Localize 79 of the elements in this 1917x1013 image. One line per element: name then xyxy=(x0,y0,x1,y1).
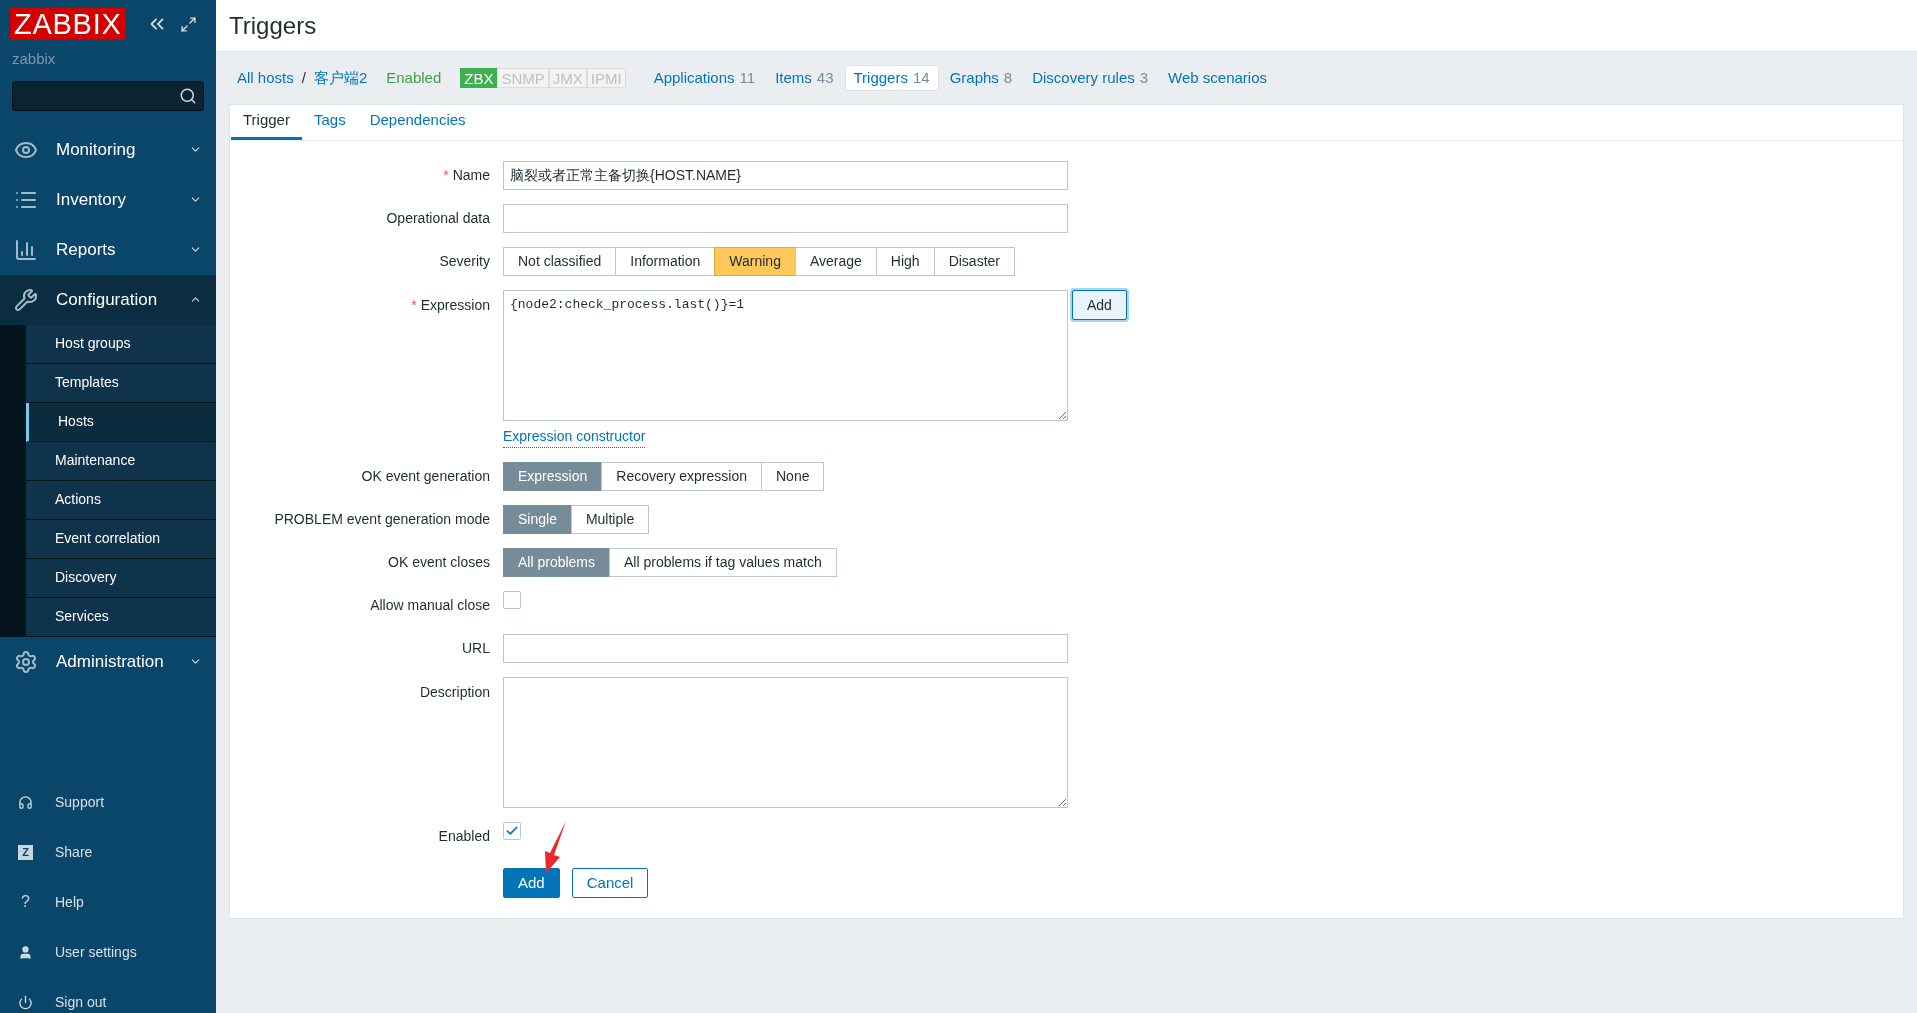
user-icon xyxy=(18,944,33,960)
headset-icon xyxy=(18,794,33,810)
expression-constructor-link[interactable]: Expression constructor xyxy=(503,426,646,448)
host-nav-link[interactable]: Triggers 14 xyxy=(844,65,939,91)
wrench-icon xyxy=(14,287,38,312)
bar-chart-icon xyxy=(14,237,38,262)
form-tab[interactable]: Trigger xyxy=(231,104,302,140)
cancel-button[interactable]: Cancel xyxy=(571,868,649,898)
power-icon xyxy=(18,994,33,1010)
breadcrumb-link[interactable]: 客户端2 xyxy=(313,66,368,90)
host-status: Enabled xyxy=(386,67,442,88)
help-icon: ? xyxy=(18,890,33,914)
field-label: URL xyxy=(462,639,490,658)
field-label: Enabled xyxy=(438,827,490,846)
text-field[interactable]: 脑裂或者正常主备切换{HOST.NAME} xyxy=(503,161,1068,190)
host-nav-link[interactable]: Applications 11 xyxy=(644,65,765,91)
field-label: Description xyxy=(419,683,490,702)
segment-option[interactable]: High xyxy=(875,247,935,276)
segment-option[interactable]: Average xyxy=(794,247,877,276)
segment-option[interactable]: Disaster xyxy=(933,247,1015,276)
checkbox[interactable] xyxy=(503,822,521,840)
username: zabbix xyxy=(11,49,57,69)
segment-option[interactable]: Not classified xyxy=(503,247,617,276)
host-nav-link[interactable]: Items 43 xyxy=(766,65,843,91)
menu-item[interactable]: Monitoring xyxy=(0,124,216,175)
field-label: Severity xyxy=(439,252,490,271)
text-field[interactable] xyxy=(503,634,1068,663)
footer-link[interactable]: Support xyxy=(0,777,216,827)
segment-option[interactable]: Information xyxy=(615,247,716,276)
submenu-item[interactable]: Host groups xyxy=(26,324,216,364)
segment-option[interactable]: Warning xyxy=(714,247,796,276)
search-icon[interactable] xyxy=(179,86,197,105)
share-icon: Z xyxy=(18,844,33,860)
footer-link[interactable]: Z Share xyxy=(0,827,216,877)
submenu-item[interactable]: Services xyxy=(26,597,216,637)
breadcrumb-link[interactable]: All hosts xyxy=(237,66,294,90)
submenu-item[interactable]: Discovery xyxy=(26,558,216,598)
host-nav-link[interactable]: Web scenarios xyxy=(1159,65,1276,91)
zabbix-logo: ZABBIX xyxy=(10,8,126,40)
segment-option[interactable]: All problems if tag values match xyxy=(609,548,837,577)
submenu-item[interactable]: Templates xyxy=(26,363,216,403)
field-label: OK event closes xyxy=(388,553,490,572)
submenu-item[interactable]: Actions xyxy=(26,480,216,520)
text-field[interactable] xyxy=(503,204,1068,233)
breadcrumb-separator: / xyxy=(301,67,306,88)
menu-item[interactable]: Configuration xyxy=(0,274,216,325)
form-tab[interactable]: Dependencies xyxy=(357,104,478,140)
field-label: Operational data xyxy=(386,209,490,228)
segment-option[interactable]: Recovery expression xyxy=(601,462,762,491)
field-label: * Name xyxy=(443,166,490,185)
form-tab[interactable]: Tags xyxy=(301,104,358,140)
menu-item[interactable]: Administration xyxy=(0,636,216,687)
check-icon xyxy=(505,824,519,838)
menu-item[interactable]: Inventory xyxy=(0,174,216,225)
host-nav-link[interactable]: Graphs 8 xyxy=(940,65,1022,91)
expression-field[interactable]: {node2:check_process.last()}=1 xyxy=(503,290,1068,421)
field-label: Allow manual close xyxy=(370,596,490,615)
fullscreen-icon[interactable] xyxy=(179,15,197,33)
page-title: Triggers xyxy=(229,10,317,41)
menu-item[interactable]: Reports xyxy=(0,224,216,275)
field-label: PROBLEM event generation mode xyxy=(274,510,490,529)
segment-option[interactable]: Multiple xyxy=(570,505,650,534)
search-field[interactable] xyxy=(12,80,204,111)
footer-link[interactable]: Sign out xyxy=(0,977,216,1013)
host-nav-link[interactable]: Discovery rules 3 xyxy=(1023,65,1158,91)
submenu-item[interactable]: Maintenance xyxy=(26,441,216,481)
checkbox[interactable] xyxy=(503,591,521,609)
footer-link[interactable]: ? Help xyxy=(0,877,216,927)
footer-link[interactable]: User settings xyxy=(0,927,216,977)
add-expression-button[interactable]: Add xyxy=(1072,290,1127,320)
segment-option[interactable]: None xyxy=(761,462,825,491)
gear-icon xyxy=(14,649,38,674)
field-label: OK event generation xyxy=(361,467,490,486)
submenu-item[interactable]: Hosts xyxy=(26,402,216,442)
submenu-item[interactable]: Event correlation xyxy=(26,519,216,559)
description-field[interactable] xyxy=(503,677,1068,808)
availability-badge: ZBX xyxy=(460,68,498,88)
add-button[interactable]: Add xyxy=(503,868,560,898)
field-label: * Expression xyxy=(411,296,490,315)
